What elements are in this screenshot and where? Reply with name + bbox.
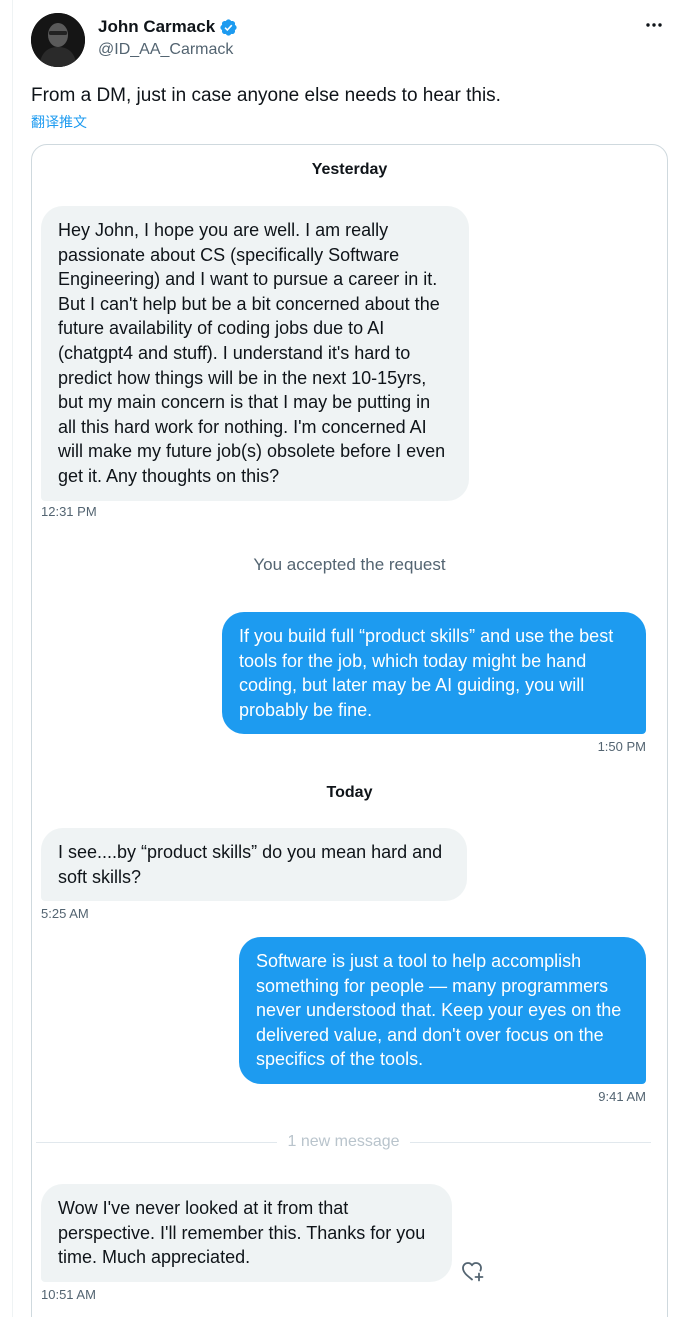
message-line: delivered value, and don't over focus on… — [256, 1024, 604, 1045]
request-accepted-note: You accepted the request — [253, 555, 446, 574]
author-name[interactable]: John Carmack — [98, 17, 215, 37]
message-line: time. Much appreciated. — [58, 1247, 251, 1268]
tweet-text: From a DM, just in case anyone else need… — [31, 85, 501, 106]
message-line: If you build full “product skills” and u… — [239, 626, 614, 646]
message-line: passionate about CS (specifically Softwa… — [58, 244, 400, 265]
message-bubble-outgoing: If you build full “product skills” and u… — [222, 612, 646, 735]
divider-line — [409, 1141, 651, 1143]
message-line: tools for the job, which today might be … — [239, 650, 587, 671]
day-separator-today: Today — [326, 784, 373, 801]
dm-screenshot-image[interactable]: Yesterday Hey John, I hope you are well.… — [31, 144, 668, 1317]
message-bubble-incoming: Hey John, I hope you are well. I am real… — [41, 206, 469, 501]
message-line: will make my future job(s) obsolete befo… — [58, 441, 446, 462]
message-line: coding, but later may be AI guiding, you… — [239, 675, 585, 696]
day-separator-yesterday: Yesterday — [311, 161, 388, 178]
left-rail-divider — [12, 0, 13, 1317]
message-timestamp: 12:31 PM — [41, 504, 97, 519]
message-line: never understood that. Keep your eyes on… — [256, 1000, 622, 1021]
message-line: something for people — many programmers — [256, 975, 609, 996]
message-line: (chatgpt4 and stuff). I understand it's … — [58, 342, 411, 363]
avatar[interactable] — [31, 13, 85, 67]
message-timestamp: 5:25 AM — [41, 906, 89, 921]
message-line: specifics of the tools. — [256, 1049, 424, 1070]
divider-line — [36, 1141, 278, 1143]
more-horizontal-icon[interactable] — [643, 14, 665, 36]
message-line: soft skills? — [58, 866, 142, 887]
message-timestamp: 1:50 PM — [597, 739, 646, 754]
message-line: but my main concern is that I may be put… — [58, 392, 431, 413]
message-line: Software is just a tool to help accompli… — [256, 951, 582, 971]
translate-link[interactable]: 翻译推文 — [31, 112, 87, 132]
avatar-photo — [31, 13, 85, 67]
message-line: But I can't help but be a bit concerned … — [58, 293, 440, 314]
message-bubble-incoming: Wow I've never looked at it from that pe… — [41, 1184, 452, 1282]
message-line: predict how things will be in the next 1… — [58, 367, 427, 388]
message-bubble-outgoing: Software is just a tool to help accompli… — [239, 937, 646, 1084]
author-name-row[interactable]: John Carmack — [98, 17, 238, 37]
message-line: get it. Any thoughts on this? — [58, 465, 280, 486]
message-line: future availability of coding jobs due t… — [58, 318, 385, 339]
message-line: I see....by “product skills” do you mean… — [58, 842, 443, 862]
verified-badge-icon — [219, 18, 238, 37]
author-handle[interactable]: @ID_AA_Carmack — [98, 41, 233, 59]
message-line: all this hard work for nothing. I'm conc… — [58, 416, 427, 437]
new-message-divider: 1 new message — [36, 1132, 651, 1152]
message-line: Hey John, I hope you are well. I am real… — [58, 220, 389, 240]
message-line: probably be fine. — [239, 699, 373, 720]
message-line: Wow I've never looked at it from that — [58, 1198, 349, 1218]
tweet: John Carmack @ID_AA_Carmack From a DM, j… — [0, 0, 677, 1317]
new-message-label: 1 new message — [287, 1133, 400, 1150]
message-bubble-incoming: I see....by “product skills” do you mean… — [41, 828, 467, 902]
message-timestamp: 9:41 AM — [598, 1089, 646, 1104]
message-timestamp: 10:51 AM — [41, 1287, 96, 1302]
add-reaction-heart-icon[interactable] — [460, 1258, 486, 1284]
message-line: Engineering) and I want to pursue a care… — [58, 269, 438, 290]
message-line: perspective. I'll remember this. Thanks … — [58, 1222, 426, 1243]
